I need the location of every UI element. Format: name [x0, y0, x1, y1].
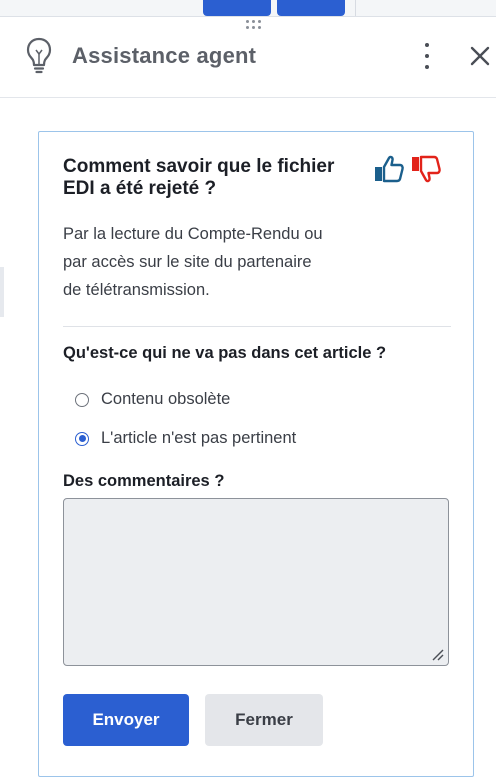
top-strip	[0, 0, 496, 16]
article-card: Comment savoir que le fichier EDI a été …	[38, 131, 474, 777]
top-separator	[355, 0, 356, 16]
top-tab-2[interactable]	[277, 0, 345, 16]
answer-line: de télétransmission.	[63, 281, 210, 299]
send-button[interactable]: Envoyer	[63, 694, 189, 746]
resize-grip-icon[interactable]	[432, 649, 444, 661]
option-not-relevant[interactable]: L'article n'est pas pertinent	[75, 429, 296, 448]
divider	[63, 326, 451, 327]
option-obsolete-content[interactable]: Contenu obsolète	[75, 390, 230, 409]
option-label: L'article n'est pas pertinent	[101, 429, 297, 447]
radio-button[interactable]	[75, 392, 89, 407]
comments-label: Des commentaires ?	[63, 472, 225, 490]
thumbs-down-icon[interactable]	[410, 154, 442, 184]
answer-line: Par la lecture du Compte-Rendu ou	[63, 225, 323, 243]
comments-textarea[interactable]	[63, 498, 449, 666]
feedback-question: Qu'est-ce qui ne va pas dans cet article…	[63, 344, 387, 362]
close-button[interactable]: Fermer	[205, 694, 323, 746]
radio-button-selected[interactable]	[75, 431, 89, 446]
lightbulb-icon	[26, 37, 52, 74]
more-options-icon[interactable]	[417, 43, 437, 69]
thumbs-up-icon[interactable]	[373, 154, 405, 184]
article-question: Comment savoir que le fichier EDI a été …	[63, 156, 335, 199]
panel-title: Assistance agent	[72, 43, 257, 68]
article-answer: Par la lecture du Compte-Rendu ou par ac…	[63, 220, 393, 304]
drag-handle-icon[interactable]	[246, 20, 262, 32]
answer-line: par accès sur le site du partenaire	[63, 253, 312, 271]
assistance-panel: Assistance agent Comment savoir que le f…	[0, 16, 496, 780]
left-edge-bar	[0, 267, 4, 317]
top-tab-1[interactable]	[203, 0, 271, 16]
close-icon[interactable]	[467, 43, 493, 69]
option-label: Contenu obsolète	[101, 390, 231, 408]
